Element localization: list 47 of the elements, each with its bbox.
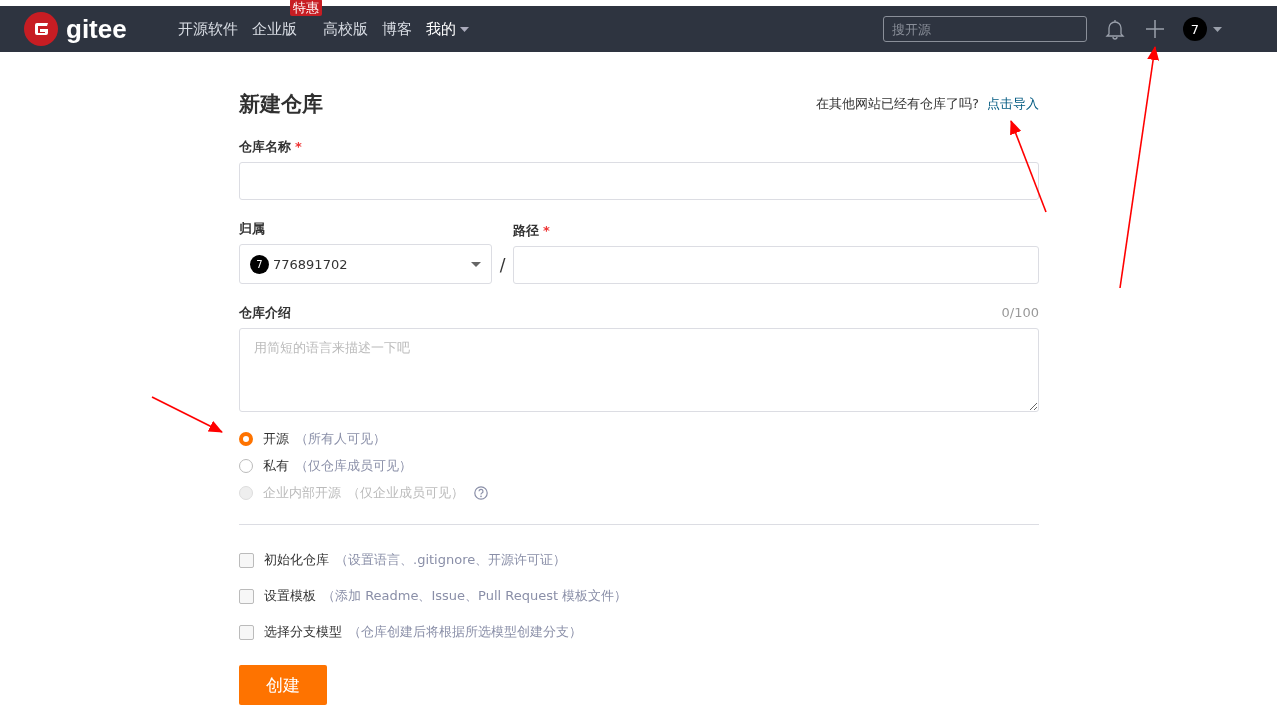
- field-label: 仓库名称: [239, 139, 291, 154]
- nav-link[interactable]: 高校版: [323, 19, 368, 39]
- caret-icon[interactable]: [1213, 26, 1222, 32]
- option-label: 初始化仓库: [264, 551, 329, 569]
- logo-text[interactable]: gitee: [66, 14, 127, 44]
- option-label: 私有: [263, 457, 289, 475]
- logo-icon[interactable]: [24, 12, 58, 46]
- owner-select[interactable]: 7 776891702: [239, 244, 492, 284]
- radio-button[interactable]: [239, 459, 253, 473]
- bell-icon[interactable]: [1105, 18, 1125, 40]
- nav-link[interactable]: 开源软件: [178, 19, 238, 39]
- search-field[interactable]: 搜开源: [883, 16, 1087, 42]
- path-separator: /: [498, 254, 507, 277]
- nav-link[interactable]: 博客: [382, 19, 412, 39]
- option-hint: （仓库创建后将根据所选模型创建分支）: [348, 623, 582, 641]
- radio-button[interactable]: [239, 432, 253, 446]
- annotation-arrow: [151, 396, 223, 433]
- option-label: 开源: [263, 430, 289, 448]
- option-label: 选择分支模型: [264, 623, 342, 641]
- checkbox[interactable]: [239, 624, 254, 640]
- required-mark: *: [295, 139, 302, 154]
- nav-link[interactable]: 企业版: [252, 19, 297, 39]
- char-counter: 0/100: [1001, 305, 1039, 320]
- checkbox[interactable]: [239, 588, 254, 604]
- field-label: 仓库介绍: [239, 304, 291, 322]
- option-hint: （添加 Readme、Issue、Pull Request 模板文件）: [322, 587, 628, 605]
- field-label: 路径: [513, 223, 539, 238]
- required-mark: *: [543, 223, 550, 238]
- import-prompt: 在其他网站已经有仓库了吗?: [816, 95, 979, 113]
- repo-name-field[interactable]: [239, 162, 1039, 200]
- promo-badge: 特惠: [290, 0, 322, 16]
- option-hint: （仅仓库成员可见）: [295, 457, 412, 475]
- field-label: 归属: [239, 220, 266, 238]
- path-field[interactable]: [513, 246, 1039, 284]
- avatar[interactable]: 7: [1183, 17, 1207, 41]
- option-hint: （仅企业成员可见）: [347, 484, 464, 502]
- option-hint: （所有人可见）: [295, 430, 386, 448]
- page-title: 新建仓库: [239, 91, 323, 118]
- plus-icon[interactable]: [1145, 19, 1165, 39]
- import-link[interactable]: 点击导入: [987, 95, 1039, 113]
- checkbox[interactable]: [239, 552, 254, 568]
- option-hint: （设置语言、.gitignore、开源许可证）: [335, 551, 567, 569]
- nav-link[interactable]: 我的: [426, 19, 469, 39]
- option-label: 设置模板: [264, 587, 316, 605]
- caret-icon[interactable]: [471, 261, 481, 267]
- option-label: 企业内部开源: [263, 484, 341, 502]
- caret-icon[interactable]: [460, 26, 469, 32]
